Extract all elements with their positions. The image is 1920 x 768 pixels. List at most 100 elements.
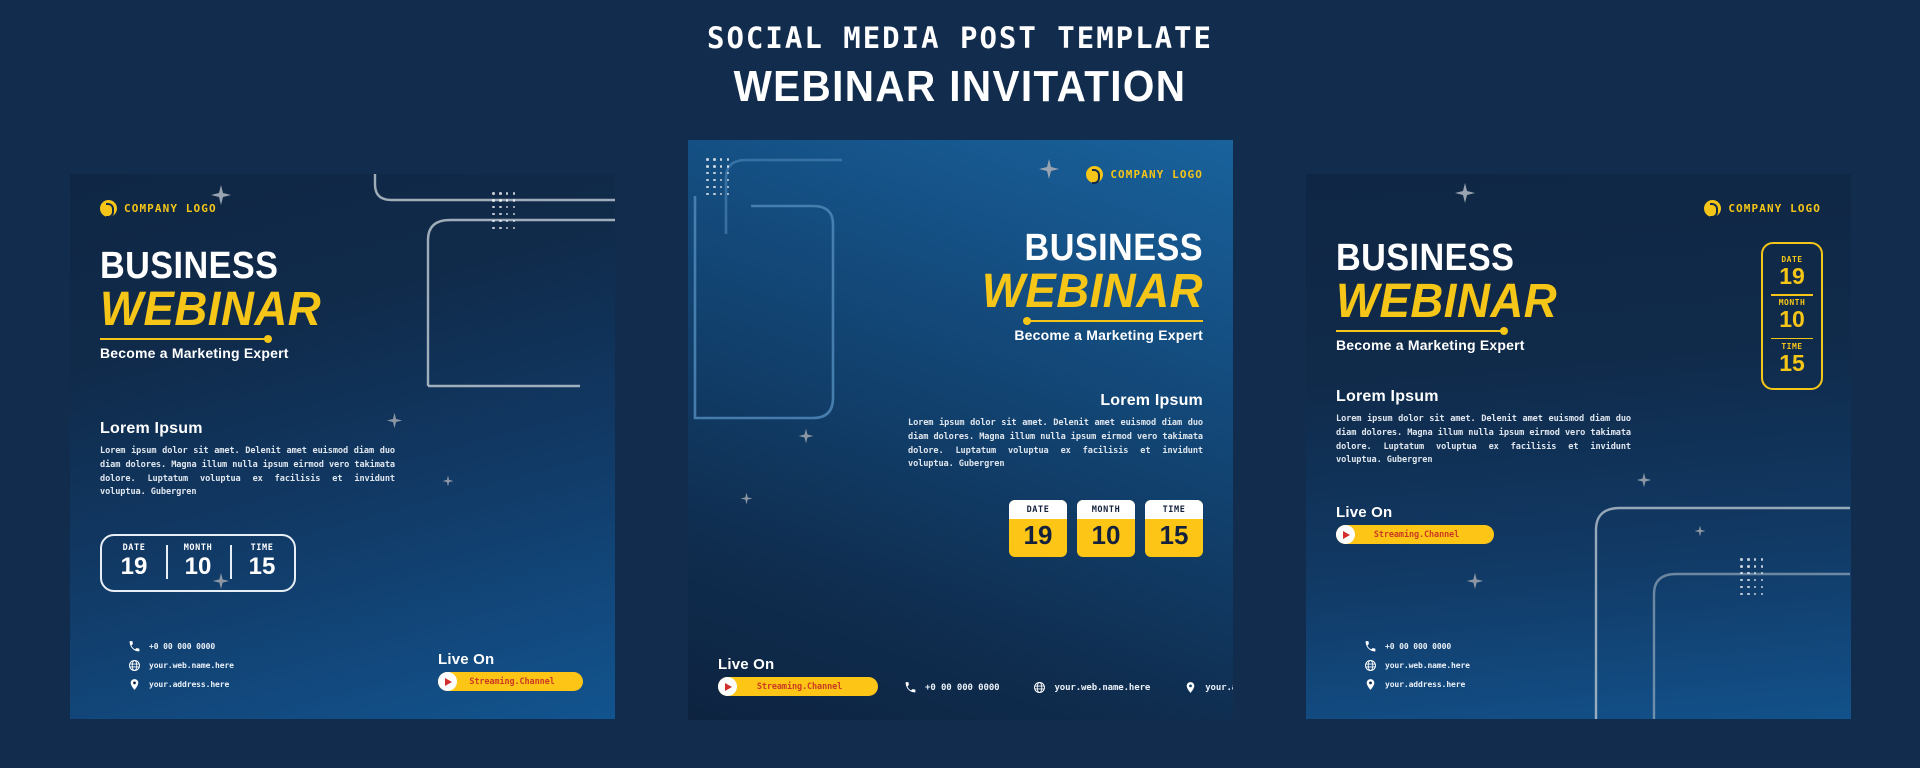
play-icon bbox=[1336, 525, 1355, 545]
headline-webinar: WEBINAR bbox=[981, 265, 1203, 318]
streaming-channel-button[interactable]: Streaming.Channel bbox=[1336, 525, 1494, 545]
contact-website-text: your.web.name.here bbox=[1385, 661, 1470, 670]
headline-rule bbox=[718, 316, 1203, 325]
company-logo-3[interactable]: COMPANY LOGO bbox=[1336, 200, 1821, 218]
contact-list-2: +0 00 000 0000 your.web.name.here your.a… bbox=[904, 681, 1233, 696]
social-post-card-3[interactable]: COMPANY LOGO BUSINESS WEBINAR Become a M… bbox=[1306, 174, 1851, 719]
headline-block-1: BUSINESS WEBINAR Become a Marketing Expe… bbox=[100, 247, 585, 362]
date-cell-label: MONTH bbox=[183, 543, 213, 554]
social-post-card-2[interactable]: COMPANY LOGO BUSINESS WEBINAR Become a M… bbox=[688, 140, 1233, 720]
headline-tagline: Become a Marketing Expert bbox=[100, 344, 289, 361]
headline-block-2: BUSINESS WEBINAR Become a Marketing Expe… bbox=[718, 229, 1203, 344]
headline-webinar: WEBINAR bbox=[1336, 275, 1558, 328]
location-pin-icon bbox=[130, 679, 139, 690]
date-box-3: DATE 19 MONTH 10 TIME 15 bbox=[1761, 242, 1823, 390]
headline-tagline: Become a Marketing Expert bbox=[1336, 336, 1525, 353]
body-heading: Lorem Ipsum bbox=[1336, 387, 1439, 405]
streaming-channel-button[interactable]: Streaming.Channel bbox=[718, 677, 878, 696]
post-content-3: COMPANY LOGO BUSINESS WEBINAR Become a M… bbox=[1306, 174, 1851, 719]
globe-icon bbox=[1034, 682, 1046, 693]
live-on-block-1: Live On Streaming.Channel bbox=[438, 651, 583, 691]
contact-website-text: your.web.name.here bbox=[149, 661, 234, 670]
streaming-channel-label: Streaming.Channel bbox=[469, 676, 555, 687]
date-card-value: 15 bbox=[1159, 520, 1189, 551]
contact-website[interactable]: your.web.name.here bbox=[128, 659, 234, 672]
live-on-label: Live On bbox=[1336, 504, 1393, 522]
contact-phone[interactable]: +0 00 000 0000 bbox=[904, 681, 1000, 694]
date-cell-value: 10 bbox=[184, 553, 212, 581]
contact-phone[interactable]: +0 00 000 0000 bbox=[1364, 640, 1470, 653]
contact-address[interactable]: your.address.here bbox=[128, 678, 234, 691]
date-card-month: MONTH 10 bbox=[1077, 500, 1135, 557]
streaming-channel-label: Streaming.Channel bbox=[1373, 529, 1460, 540]
headline-block-3: BUSINESS WEBINAR Become a Marketing Expe… bbox=[1336, 239, 1821, 354]
headline-rule bbox=[100, 334, 272, 343]
contact-address-text: your.address.here bbox=[149, 680, 230, 689]
date-card-value: 10 bbox=[1091, 520, 1121, 551]
body-copy: Lorem ipsum dolor sit amet. Delenit amet… bbox=[1336, 413, 1631, 466]
headline-business: BUSINESS bbox=[1024, 227, 1203, 269]
body-heading: Lorem Ipsum bbox=[100, 419, 203, 437]
live-on-label: Live On bbox=[438, 651, 495, 668]
company-logo-2[interactable]: COMPANY LOGO bbox=[718, 166, 1203, 184]
social-post-card-1[interactable]: COMPANY LOGO BUSINESS WEBINAR Become a M… bbox=[70, 174, 615, 719]
company-logo-label: COMPANY LOGO bbox=[1110, 168, 1203, 181]
post-content-2: COMPANY LOGO BUSINESS WEBINAR Become a M… bbox=[688, 140, 1233, 720]
page-header: SOCIAL MEDIA POST TEMPLATE WEBINAR INVIT… bbox=[0, 0, 1920, 111]
date-cell-label: DATE bbox=[122, 543, 146, 554]
date-card-label: TIME bbox=[1145, 500, 1203, 520]
date-cell-value: 10 bbox=[1779, 306, 1805, 333]
body-copy: Lorem ipsum dolor sit amet. Delenit amet… bbox=[100, 445, 395, 498]
headline-rule bbox=[1336, 326, 1508, 335]
contact-list-1: +0 00 000 0000 your.web.name.here your.a… bbox=[128, 640, 234, 691]
date-cell-value: 15 bbox=[248, 553, 276, 581]
contact-phone-text: +0 00 000 0000 bbox=[1385, 642, 1452, 651]
date-cell-label: TIME bbox=[250, 543, 274, 554]
date-cell-value: 19 bbox=[120, 553, 148, 581]
globe-icon bbox=[129, 660, 140, 671]
post-content-1: COMPANY LOGO BUSINESS WEBINAR Become a M… bbox=[70, 174, 615, 719]
globe-icon bbox=[1365, 660, 1376, 671]
play-icon bbox=[438, 672, 457, 691]
logo-mark-icon bbox=[100, 200, 117, 218]
date-cell-date: DATE 19 bbox=[102, 543, 166, 581]
contact-phone-text: +0 00 000 0000 bbox=[925, 682, 1000, 693]
date-cell-month: MONTH 10 bbox=[1763, 294, 1821, 337]
date-cell-month: MONTH 10 bbox=[166, 543, 230, 581]
logo-mark-icon bbox=[1086, 166, 1104, 184]
date-card-time: TIME 15 bbox=[1145, 500, 1203, 557]
date-cell-value: 15 bbox=[1779, 349, 1805, 376]
contact-phone-text: +0 00 000 0000 bbox=[149, 642, 216, 651]
date-box-2: DATE 19 MONTH 10 TIME 15 bbox=[718, 500, 1203, 557]
live-on-block-2: Live On Streaming.Channel bbox=[718, 656, 878, 696]
contact-address[interactable]: your.address.here bbox=[1364, 678, 1470, 691]
date-card-value: 19 bbox=[1023, 520, 1053, 551]
contact-phone[interactable]: +0 00 000 0000 bbox=[128, 640, 234, 653]
streaming-channel-label: Streaming.Channel bbox=[756, 681, 843, 692]
headline-business: BUSINESS bbox=[100, 245, 279, 287]
body-block-2: Lorem Ipsum Lorem ipsum dolor sit amet. … bbox=[718, 392, 1203, 473]
contact-website[interactable]: your.web.name.here bbox=[1033, 681, 1150, 694]
contact-address[interactable]: your.address.here bbox=[1184, 681, 1233, 694]
body-block-3: Lorem Ipsum Lorem ipsum dolor sit amet. … bbox=[1336, 388, 1821, 469]
company-logo-label: COMPANY LOGO bbox=[124, 202, 217, 215]
streaming-channel-button[interactable]: Streaming.Channel bbox=[438, 672, 583, 691]
date-card-label: MONTH bbox=[1077, 500, 1135, 520]
location-pin-icon bbox=[1186, 682, 1195, 693]
date-card-label: DATE bbox=[1009, 500, 1067, 520]
body-heading: Lorem Ipsum bbox=[1100, 391, 1203, 409]
date-card-date: DATE 19 bbox=[1009, 500, 1067, 557]
company-logo-label: COMPANY LOGO bbox=[1728, 202, 1821, 215]
posts-row: COMPANY LOGO BUSINESS WEBINAR Become a M… bbox=[0, 140, 1920, 740]
date-box-1: DATE 19 MONTH 10 TIME 15 bbox=[100, 534, 296, 592]
contact-list-3: +0 00 000 0000 your.web.name.here your.a… bbox=[1364, 640, 1470, 691]
page-title: WEBINAR INVITATION bbox=[733, 62, 1187, 111]
headline-business: BUSINESS bbox=[1336, 237, 1515, 279]
date-cell-time: TIME 15 bbox=[1763, 337, 1821, 381]
live-on-label: Live On bbox=[718, 656, 775, 673]
contact-website[interactable]: your.web.name.here bbox=[1364, 659, 1470, 672]
company-logo-1[interactable]: COMPANY LOGO bbox=[100, 200, 585, 218]
date-cell-time: TIME 15 bbox=[230, 543, 294, 581]
location-pin-icon bbox=[1366, 679, 1375, 690]
play-icon bbox=[718, 677, 737, 696]
